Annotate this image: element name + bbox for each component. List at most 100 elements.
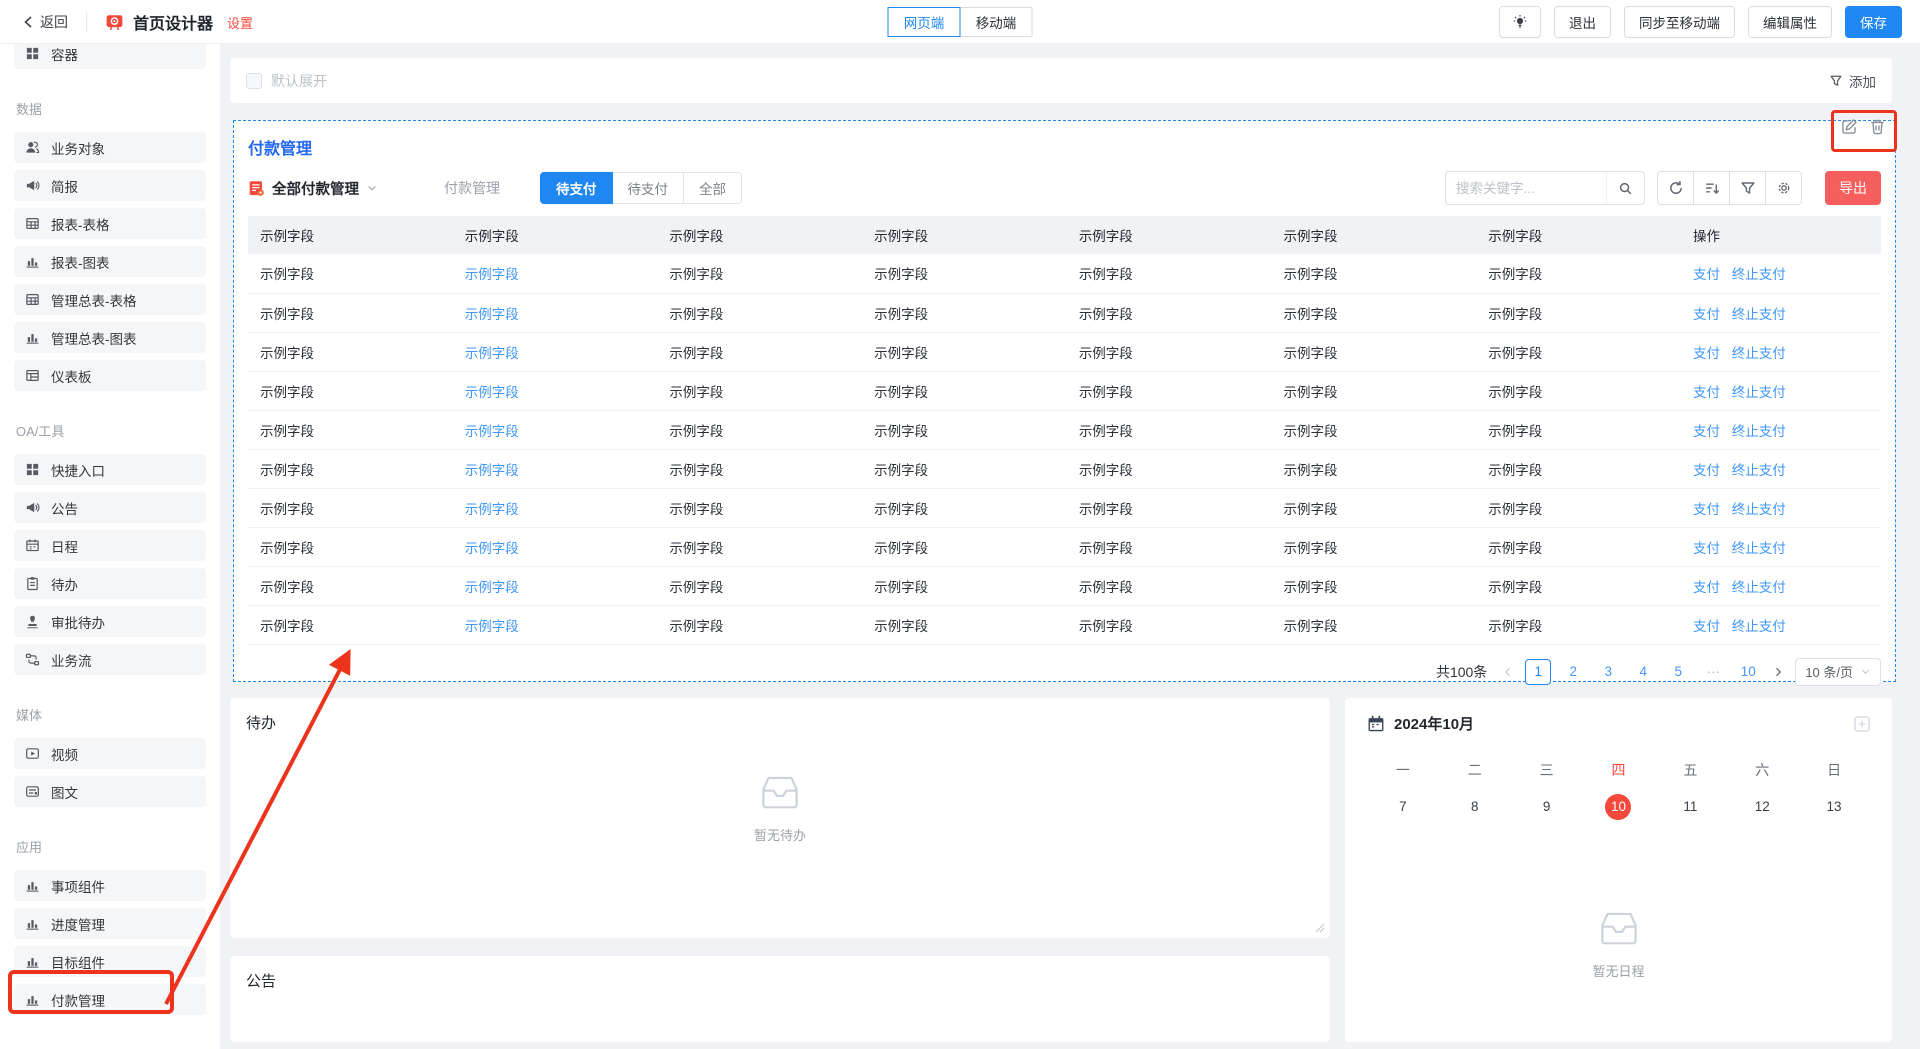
settings-link[interactable]: 设置 [227, 13, 253, 32]
theme-bulb-button[interactable] [1499, 6, 1541, 38]
record-link[interactable]: 示例字段 [465, 346, 519, 361]
stop-pay-action-link[interactable]: 终止支付 [1732, 424, 1786, 439]
export-button[interactable]: 导出 [1825, 171, 1881, 205]
page-button[interactable]: 10 [1735, 659, 1761, 685]
sidebar-item[interactable]: 公告 [14, 492, 206, 523]
toolbar-button[interactable] [1765, 171, 1802, 205]
pay-action-link[interactable]: 支付 [1693, 346, 1720, 361]
record-link[interactable]: 示例字段 [465, 424, 519, 439]
stop-pay-action-link[interactable]: 终止支付 [1732, 307, 1786, 322]
notice-widget[interactable]: 公告 [230, 956, 1330, 1042]
calendar-date[interactable]: 12 [1749, 794, 1775, 820]
sidebar-item[interactable]: 容器 [14, 44, 206, 69]
sidebar-item[interactable]: 目标组件 [14, 946, 206, 977]
sidebar-item[interactable]: 业务流 [14, 644, 206, 675]
stop-pay-action-link[interactable]: 终止支付 [1732, 267, 1786, 282]
add-component-button[interactable]: 添加 [1829, 71, 1876, 91]
sidebar-item[interactable]: 日程 [14, 530, 206, 561]
pay-action-link[interactable]: 支付 [1693, 385, 1720, 400]
add-schedule-button[interactable] [1854, 716, 1870, 732]
topbar-action-button[interactable]: 编辑属性 [1748, 6, 1832, 38]
sidebar-item[interactable]: 图文 [14, 776, 206, 807]
calendar-date[interactable]: 10 [1605, 794, 1631, 820]
sidebar-item[interactable]: 付款管理 [14, 984, 206, 1015]
stop-pay-action-link[interactable]: 终止支付 [1732, 385, 1786, 400]
widget-action-button[interactable] [1869, 118, 1886, 135]
sidebar-item[interactable]: 管理总表-表格 [14, 284, 206, 315]
filter-tab[interactable]: 全部 [683, 172, 742, 204]
calendar-date[interactable]: 7 [1390, 794, 1416, 820]
record-link[interactable]: 示例字段 [465, 502, 519, 517]
stop-pay-action-link[interactable]: 终止支付 [1732, 502, 1786, 517]
stop-pay-action-link[interactable]: 终止支付 [1732, 541, 1786, 556]
toolbar-button[interactable] [1657, 171, 1694, 205]
sidebar-item[interactable]: 简报 [14, 170, 206, 201]
sidebar-item[interactable]: 快捷入口 [14, 454, 206, 485]
record-link[interactable]: 示例字段 [465, 580, 519, 595]
stop-pay-action-link[interactable]: 终止支付 [1732, 619, 1786, 634]
filter-tab[interactable]: 待支付 [540, 172, 613, 204]
sidebar-item[interactable]: 管理总表-图表 [14, 322, 206, 353]
record-link[interactable]: 示例字段 [465, 267, 519, 282]
stop-pay-action-link[interactable]: 终止支付 [1732, 346, 1786, 361]
record-link[interactable]: 示例字段 [465, 307, 519, 322]
pay-action-link[interactable]: 支付 [1693, 307, 1720, 322]
record-link[interactable]: 示例字段 [465, 463, 519, 478]
sidebar-section-label: 数据 [16, 99, 206, 118]
data-source-dropdown[interactable]: 全部付款管理 [248, 178, 378, 199]
sidebar-item[interactable]: 报表-图表 [14, 246, 206, 277]
view-tab[interactable]: 网页端 [888, 7, 961, 37]
prev-page-button[interactable] [1500, 666, 1516, 678]
calendar-date[interactable]: 8 [1462, 794, 1488, 820]
calendar-widget[interactable]: 2024年10月 一 二 三 四 五 六 日 [1345, 698, 1892, 1042]
topbar-action-button[interactable]: 同步至移动端 [1624, 6, 1735, 38]
page-button[interactable]: ··· [1700, 659, 1726, 685]
pay-action-link[interactable]: 支付 [1693, 463, 1720, 478]
pay-action-link[interactable]: 支付 [1693, 541, 1720, 556]
sidebar-item[interactable]: 仪表板 [14, 360, 206, 391]
record-link[interactable]: 示例字段 [465, 619, 519, 634]
record-link[interactable]: 示例字段 [465, 385, 519, 400]
pay-action-link[interactable]: 支付 [1693, 424, 1720, 439]
page-size-select[interactable]: 10 条/页 [1795, 658, 1881, 686]
topbar-action-button[interactable]: 保存 [1845, 6, 1902, 38]
sidebar-item[interactable]: 报表-表格 [14, 208, 206, 239]
pay-action-link[interactable]: 支付 [1693, 619, 1720, 634]
page-button[interactable]: 5 [1665, 659, 1691, 685]
back-button[interactable]: 返回 [22, 12, 68, 32]
record-link[interactable]: 示例字段 [465, 541, 519, 556]
sidebar-item[interactable]: 进度管理 [14, 908, 206, 939]
cell: 示例字段 [657, 605, 862, 644]
pay-action-link[interactable]: 支付 [1693, 267, 1720, 282]
next-page-button[interactable] [1770, 666, 1786, 678]
filter-tab[interactable]: 待支付 [612, 172, 685, 204]
search-button[interactable] [1606, 172, 1644, 204]
pay-action-link[interactable]: 支付 [1693, 502, 1720, 517]
page-button[interactable]: 3 [1595, 659, 1621, 685]
sidebar-item[interactable]: 待办 [14, 568, 206, 599]
todo-widget[interactable]: 待办 暂无待办 [230, 698, 1330, 938]
sidebar-item[interactable]: 业务对象 [14, 132, 206, 163]
stop-pay-action-link[interactable]: 终止支付 [1732, 463, 1786, 478]
search-input[interactable] [1446, 181, 1606, 196]
page-button[interactable]: 4 [1630, 659, 1656, 685]
cell: 示例字段 [1476, 527, 1681, 566]
page-button[interactable]: 1 [1525, 659, 1551, 685]
stop-pay-action-link[interactable]: 终止支付 [1732, 580, 1786, 595]
pay-action-link[interactable]: 支付 [1693, 580, 1720, 595]
sidebar-item[interactable]: 视频 [14, 738, 206, 769]
topbar-action-button[interactable]: 退出 [1554, 6, 1611, 38]
calendar-date[interactable]: 11 [1677, 794, 1703, 820]
default-expand-checkbox[interactable]: 默认展开 [246, 71, 327, 91]
toolbar-button[interactable] [1729, 171, 1766, 205]
sidebar-item[interactable]: 事项组件 [14, 870, 206, 901]
page-button[interactable]: 2 [1560, 659, 1586, 685]
widget-action-button[interactable] [1841, 118, 1858, 135]
view-tab[interactable]: 移动端 [960, 7, 1033, 37]
sidebar-item[interactable]: 审批待办 [14, 606, 206, 637]
resize-handle[interactable] [1315, 923, 1325, 933]
calendar-date[interactable]: 9 [1534, 794, 1560, 820]
selected-widget-payment-table[interactable]: 付款管理 全部付款管理 付款管理 待支付 待支付 全部 [233, 120, 1896, 682]
calendar-date[interactable]: 13 [1821, 794, 1847, 820]
toolbar-button[interactable] [1693, 171, 1730, 205]
